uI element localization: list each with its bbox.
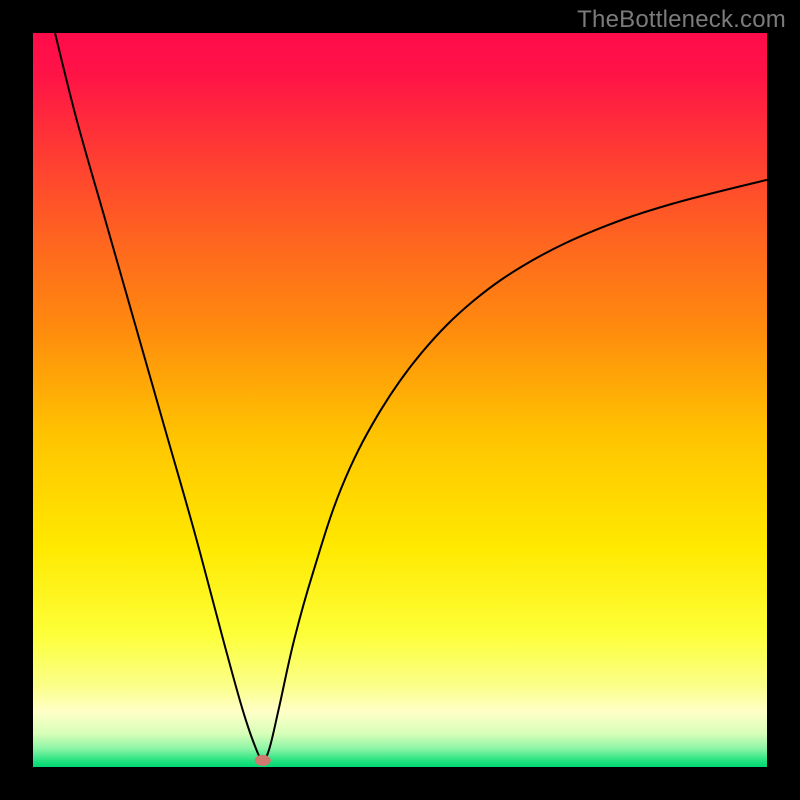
plot-svg [33, 33, 767, 767]
gradient-background [33, 33, 767, 767]
optimal-point-marker [255, 755, 271, 766]
chart-frame: TheBottleneck.com [0, 0, 800, 800]
watermark-text: TheBottleneck.com [577, 6, 786, 34]
plot-area [33, 33, 767, 767]
